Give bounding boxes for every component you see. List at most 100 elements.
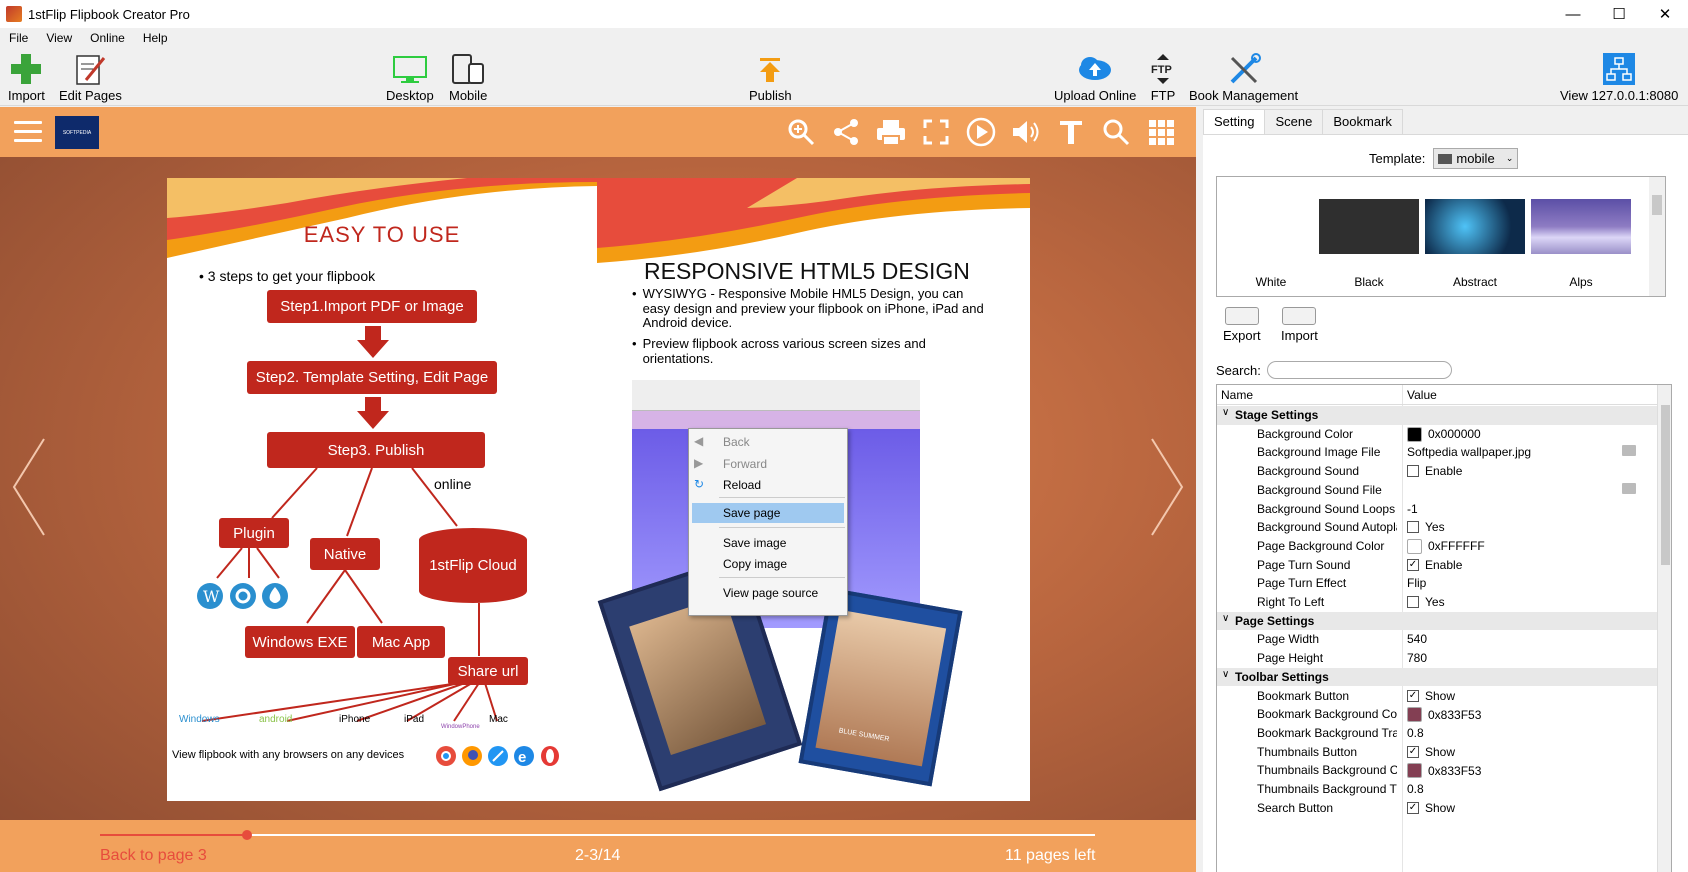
property-value[interactable]: 0x000000 [1407, 426, 1481, 442]
property-row[interactable]: Search Button ✓ Show [1217, 799, 1657, 818]
property-section[interactable]: ∨ Toolbar Settings [1217, 667, 1657, 687]
folder-icon[interactable] [1622, 482, 1636, 494]
ftp-button[interactable]: FTP FTP [1149, 50, 1177, 103]
folder-icon[interactable] [1622, 445, 1636, 457]
minimize-icon[interactable]: — [1550, 0, 1596, 28]
context-reload[interactable]: Reload [723, 478, 761, 492]
checkbox[interactable]: ✓ [1407, 801, 1419, 814]
property-row[interactable]: Thumbnails Button ✓ Show [1217, 743, 1657, 762]
color-swatch[interactable] [1407, 426, 1422, 442]
property-value[interactable]: Flip [1407, 576, 1426, 590]
collapse-chevron-icon[interactable]: ∨ [1222, 669, 1229, 680]
page-progress-bar[interactable] [100, 830, 1095, 840]
property-value[interactable]: 780 [1407, 651, 1427, 665]
checkbox[interactable]: ✓ [1407, 689, 1419, 702]
theme-thumb-black[interactable] [1319, 199, 1419, 254]
property-row[interactable]: Right To Left Yes [1217, 593, 1657, 612]
checkbox[interactable]: ✓ [1407, 745, 1419, 758]
property-value[interactable]: 0x833F53 [1407, 707, 1481, 723]
grid-scrollbar[interactable] [1657, 385, 1671, 872]
theme-thumb-white[interactable] [1221, 199, 1321, 254]
autoplay-icon[interactable] [966, 117, 996, 147]
property-value[interactable]: ✓ Show [1407, 801, 1455, 815]
book-page-left[interactable]: EASY TO USE • 3 steps to get your flipbo… [167, 178, 597, 801]
property-row[interactable]: Background Sound File [1217, 481, 1657, 500]
search-icon[interactable] [1101, 117, 1131, 147]
collapse-chevron-icon[interactable]: ∨ [1222, 407, 1229, 418]
upload-online-button[interactable]: Upload Online [1054, 50, 1136, 103]
tab-setting[interactable]: Setting [1203, 109, 1266, 134]
tab-scene[interactable]: Scene [1264, 109, 1324, 134]
property-row[interactable]: Thumbnails Background Tr... 0.8 [1217, 780, 1657, 799]
property-row[interactable]: Background Sound Enable [1217, 462, 1657, 481]
collapse-chevron-icon[interactable]: ∨ [1222, 613, 1229, 624]
checkbox[interactable]: ✓ [1407, 558, 1419, 571]
property-value[interactable]: Yes [1407, 520, 1445, 534]
fullscreen-icon[interactable] [921, 117, 951, 147]
property-value[interactable]: 0x833F53 [1407, 763, 1481, 779]
property-row[interactable]: Background Sound Autoplay Yes [1217, 518, 1657, 537]
context-save-page[interactable]: Save page [723, 506, 780, 520]
property-row[interactable]: Bookmark Background Color 0x833F53 [1217, 705, 1657, 724]
next-page-icon[interactable] [1146, 437, 1186, 537]
property-section[interactable]: ∨ Stage Settings [1217, 406, 1657, 425]
property-row[interactable]: Background Image File Softpedia wallpaper… [1217, 443, 1657, 462]
menu-view[interactable]: View [37, 31, 81, 45]
desktop-button[interactable]: Desktop [386, 50, 434, 103]
theme-thumb-abstract[interactable] [1425, 199, 1525, 254]
back-to-page-link[interactable]: Back to page 3 [100, 847, 207, 865]
property-row[interactable]: Page Height 780 [1217, 649, 1657, 668]
hamburger-menu-icon[interactable] [14, 121, 42, 143]
book-management-button[interactable]: Book Management [1189, 50, 1298, 103]
print-icon[interactable] [876, 117, 906, 147]
menu-online[interactable]: Online [81, 31, 134, 45]
property-section[interactable]: ∨ Page Settings [1217, 611, 1657, 631]
property-value[interactable]: -1 [1407, 502, 1418, 516]
property-row[interactable]: Page Turn Sound ✓ Enable [1217, 556, 1657, 575]
context-forward[interactable]: Forward [723, 457, 767, 471]
property-value[interactable]: 540 [1407, 632, 1427, 646]
menu-file[interactable]: File [0, 31, 37, 45]
color-swatch[interactable] [1407, 707, 1422, 723]
search-input[interactable] [1266, 361, 1452, 379]
property-value[interactable]: ✓ Enable [1407, 558, 1462, 572]
property-row[interactable]: Background Sound Loops -1 [1217, 500, 1657, 519]
property-row[interactable]: Thumbnails Background C... 0x833F53 [1217, 761, 1657, 780]
property-value[interactable]: 0.8 [1407, 726, 1424, 740]
context-back[interactable]: Back [723, 435, 750, 449]
view-local-button[interactable]: View 127.0.0.1:8080 [1560, 50, 1678, 103]
property-value[interactable]: Softpedia wallpaper.jpg [1407, 445, 1531, 459]
text-icon[interactable] [1056, 117, 1086, 147]
publish-button[interactable]: Publish [749, 50, 792, 103]
color-swatch[interactable] [1407, 538, 1422, 554]
context-save-image[interactable]: Save image [723, 536, 786, 550]
template-select[interactable]: mobile ⌄ [1433, 148, 1519, 169]
property-value[interactable]: Enable [1407, 464, 1462, 478]
checkbox[interactable] [1407, 465, 1419, 478]
theme-thumb-alps[interactable] [1531, 199, 1631, 254]
edit-pages-button[interactable]: Edit Pages [59, 50, 122, 103]
import-button[interactable]: Import [8, 50, 45, 103]
property-row[interactable]: Page Background Color 0xFFFFFF [1217, 537, 1657, 556]
import-template-button[interactable]: Import [1281, 307, 1318, 343]
property-value[interactable]: 0.8 [1407, 782, 1424, 796]
context-view-source[interactable]: View page source [723, 586, 818, 600]
checkbox[interactable] [1407, 596, 1419, 608]
thumbnails-icon[interactable] [1146, 117, 1176, 147]
mobile-button[interactable]: Mobile [449, 50, 487, 103]
property-value[interactable]: 0xFFFFFF [1407, 538, 1485, 554]
property-row[interactable]: Bookmark Button ✓ Show [1217, 687, 1657, 706]
color-swatch[interactable] [1407, 763, 1422, 779]
property-value[interactable]: Yes [1407, 595, 1445, 609]
zoom-in-icon[interactable] [786, 117, 816, 147]
context-copy-image[interactable]: Copy image [723, 557, 787, 571]
property-row[interactable]: Bookmark Background Tra... 0.8 [1217, 724, 1657, 743]
property-row[interactable]: Page Turn Effect Flip [1217, 574, 1657, 593]
property-value[interactable]: ✓ Show [1407, 689, 1455, 703]
checkbox[interactable] [1407, 521, 1419, 534]
progress-knob[interactable] [242, 830, 253, 840]
share-icon[interactable] [831, 117, 861, 147]
property-row[interactable]: Background Color 0x000000 [1217, 425, 1657, 444]
previous-page-icon[interactable] [10, 437, 50, 537]
export-button[interactable]: Export [1223, 307, 1261, 343]
